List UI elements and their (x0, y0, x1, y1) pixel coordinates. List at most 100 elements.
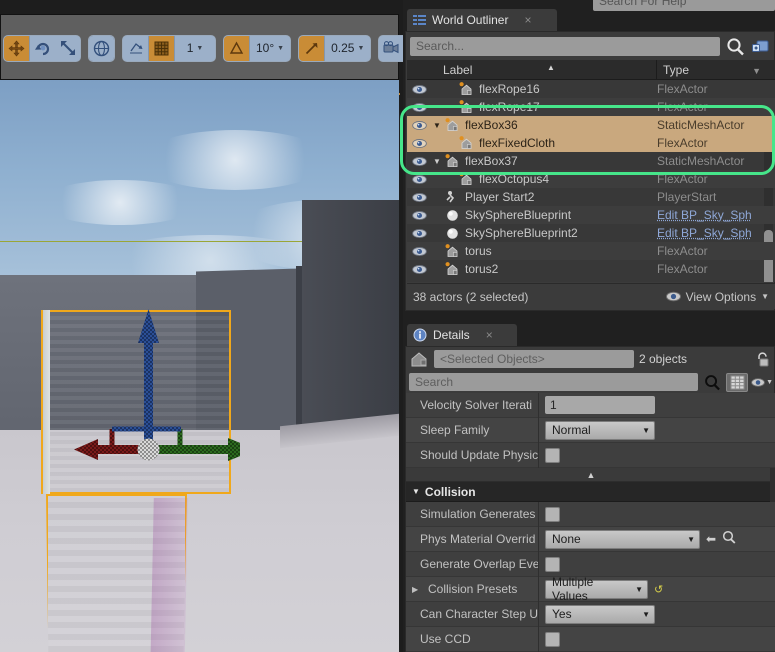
collision-section-header[interactable]: ▼ Collision (406, 482, 775, 502)
outliner-row-type-link[interactable]: Edit BP_Sky_Sph (657, 208, 752, 222)
visibility-eye-icon[interactable] (411, 138, 427, 149)
outliner-row-flexbox36[interactable]: ▼ flexBox36 StaticMeshActor (407, 116, 775, 134)
angle-snap-toggle-button[interactable] (224, 35, 249, 61)
collapse-section-button[interactable]: ▲ (406, 468, 775, 482)
property-checkbox[interactable] (545, 506, 560, 522)
expand-arrow-icon[interactable]: ▶ (412, 585, 418, 594)
select-translate-mode-button[interactable] (4, 35, 29, 61)
home-icon[interactable] (410, 351, 429, 368)
outliner-row-player-start2[interactable]: Player Start2 PlayerStart (407, 188, 775, 206)
visibility-eye-icon[interactable] (411, 264, 427, 275)
camera-speed-button[interactable] (379, 35, 405, 61)
details-search-input[interactable]: Search (409, 373, 698, 391)
visibility-toggle[interactable] (407, 174, 431, 185)
property-label: Sleep Family (406, 417, 539, 443)
scale-snap-toggle-button[interactable] (299, 35, 325, 61)
visibility-toggle[interactable] (407, 192, 431, 203)
close-icon[interactable]: × (524, 13, 531, 27)
outliner-search-input[interactable]: Search... (410, 36, 720, 56)
visibility-eye-icon[interactable] (411, 192, 427, 203)
browse-icon[interactable] (722, 530, 736, 549)
details-lock-button[interactable] (752, 351, 772, 367)
property-checkbox[interactable] (545, 556, 560, 572)
outliner-row-torus2[interactable]: torus2 FlexActor (407, 260, 775, 278)
outliner-row-skysphereblueprint2[interactable]: SkySphereBlueprint2 Edit BP_Sky_Sph (407, 224, 775, 242)
view-options-button[interactable]: View Options ▼ (665, 290, 769, 304)
details-tab[interactable]: Details × (407, 324, 517, 346)
chevron-down-icon: ▼ (357, 44, 365, 52)
flex-actor-icon (443, 154, 461, 168)
outliner-row-flexfixedcloth[interactable]: flexFixedCloth FlexActor (407, 134, 775, 152)
angle-snap-value-dropdown[interactable]: 10° ▼ (250, 35, 291, 61)
details-object-count: 2 objects (639, 352, 688, 366)
outliner-row-flexrope16[interactable]: flexRope16 FlexActor (407, 80, 775, 98)
property-checkbox[interactable] (545, 631, 560, 647)
grid-snap-value-dropdown[interactable]: 1 ▼ (175, 35, 215, 61)
expand-arrow-icon[interactable]: ▼ (431, 121, 443, 130)
scale-snap-value-dropdown[interactable]: 0.25 ▼ (325, 35, 371, 61)
visibility-toggle[interactable] (407, 84, 431, 95)
property-dropdown[interactable]: None ▼ (545, 529, 700, 549)
column-header-type[interactable]: Type ▼ (657, 60, 775, 80)
help-search-input[interactable]: Search For Help (593, 0, 775, 11)
arrow-left-icon[interactable]: ⬅ (706, 532, 716, 546)
visibility-toggle[interactable] (407, 210, 431, 221)
visibility-eye-icon[interactable] (411, 156, 427, 167)
gizmo-arrow-x (74, 439, 98, 460)
rotate-mode-button[interactable] (30, 35, 55, 61)
level-viewport[interactable]: 1 ▼ 10° ▼ 0.25 ▼ (0, 0, 471, 652)
visibility-eye-icon[interactable] (411, 228, 427, 239)
visibility-eye-icon[interactable] (411, 174, 427, 185)
chevron-down-icon: ▼ (761, 292, 769, 301)
column-options-icon[interactable]: ▼ (752, 66, 761, 76)
column-header-label[interactable]: Label ▲ (407, 59, 657, 80)
visibility-eye-icon[interactable] (411, 120, 427, 131)
grid-snap-toggle-button[interactable] (149, 35, 174, 61)
visibility-toggle[interactable] (407, 102, 431, 113)
details-search-button[interactable] (701, 373, 723, 392)
details-object-placeholder: <Selected Objects> (440, 352, 545, 366)
property-checkbox[interactable] (545, 447, 560, 463)
property-dropdown[interactable]: Multiple Values ▼ (545, 575, 648, 603)
world-outliner-tab[interactable]: World Outliner × (407, 9, 557, 31)
details-object-name-field[interactable]: <Selected Objects> (434, 350, 634, 368)
visibility-eye-icon[interactable] (411, 246, 427, 257)
property-dropdown[interactable]: Normal ▼ (545, 420, 655, 440)
world-space-toggle-button[interactable] (89, 35, 114, 61)
visibility-toggle[interactable] (407, 156, 431, 167)
flex-actor-icon (445, 262, 457, 275)
property-label: Use CCD (406, 626, 539, 652)
visibility-eye-icon[interactable] (411, 84, 427, 95)
outliner-row-type-link[interactable]: Edit BP_Sky_Sph (657, 226, 752, 240)
outliner-search-button[interactable] (724, 36, 746, 56)
add-actor-button[interactable] (750, 36, 772, 56)
property-row: Velocity Solver Iterati 1 (406, 393, 775, 418)
visibility-eye-icon[interactable] (411, 210, 427, 221)
property-number-input[interactable]: 1 (545, 396, 655, 414)
rotate-icon (34, 42, 49, 56)
outliner-row-list[interactable]: flexRope16 FlexActor flexRope17 FlexActor ▼ f… (407, 80, 775, 282)
details-view-options-button[interactable]: ▼ (751, 373, 773, 392)
visibility-toggle[interactable] (407, 120, 431, 131)
outliner-row-flexoctopus4[interactable]: flexOctopus4 FlexActor (407, 170, 775, 188)
outliner-row-flexrope17[interactable]: flexRope17 FlexActor (407, 98, 775, 116)
transform-gizmo[interactable] (60, 295, 240, 505)
visibility-eye-icon[interactable] (411, 102, 427, 113)
visibility-toggle[interactable] (407, 138, 431, 149)
surface-snap-button[interactable] (123, 35, 148, 61)
visibility-toggle[interactable] (407, 246, 431, 257)
details-property-list[interactable]: Velocity Solver Iterati 1 Sleep Family Norm… (406, 393, 775, 652)
property-dropdown[interactable]: Yes ▼ (545, 604, 655, 624)
details-grid-view-button[interactable] (726, 372, 748, 392)
visibility-toggle[interactable] (407, 264, 431, 275)
close-icon[interactable]: × (486, 328, 493, 342)
visibility-toggle[interactable] (407, 228, 431, 239)
grid-icon (154, 41, 169, 55)
viewport-scene[interactable] (0, 80, 399, 652)
reset-icon[interactable]: ↺ (654, 583, 663, 596)
outliner-row-flexbox37[interactable]: ▼ flexBox37 StaticMeshActor (407, 152, 775, 170)
scale-mode-button[interactable] (55, 35, 80, 61)
expand-arrow-icon[interactable]: ▼ (431, 157, 443, 166)
outliner-row-skysphereblueprint[interactable]: SkySphereBlueprint Edit BP_Sky_Sph (407, 206, 775, 224)
outliner-row-torus[interactable]: torus FlexActor (407, 242, 775, 260)
